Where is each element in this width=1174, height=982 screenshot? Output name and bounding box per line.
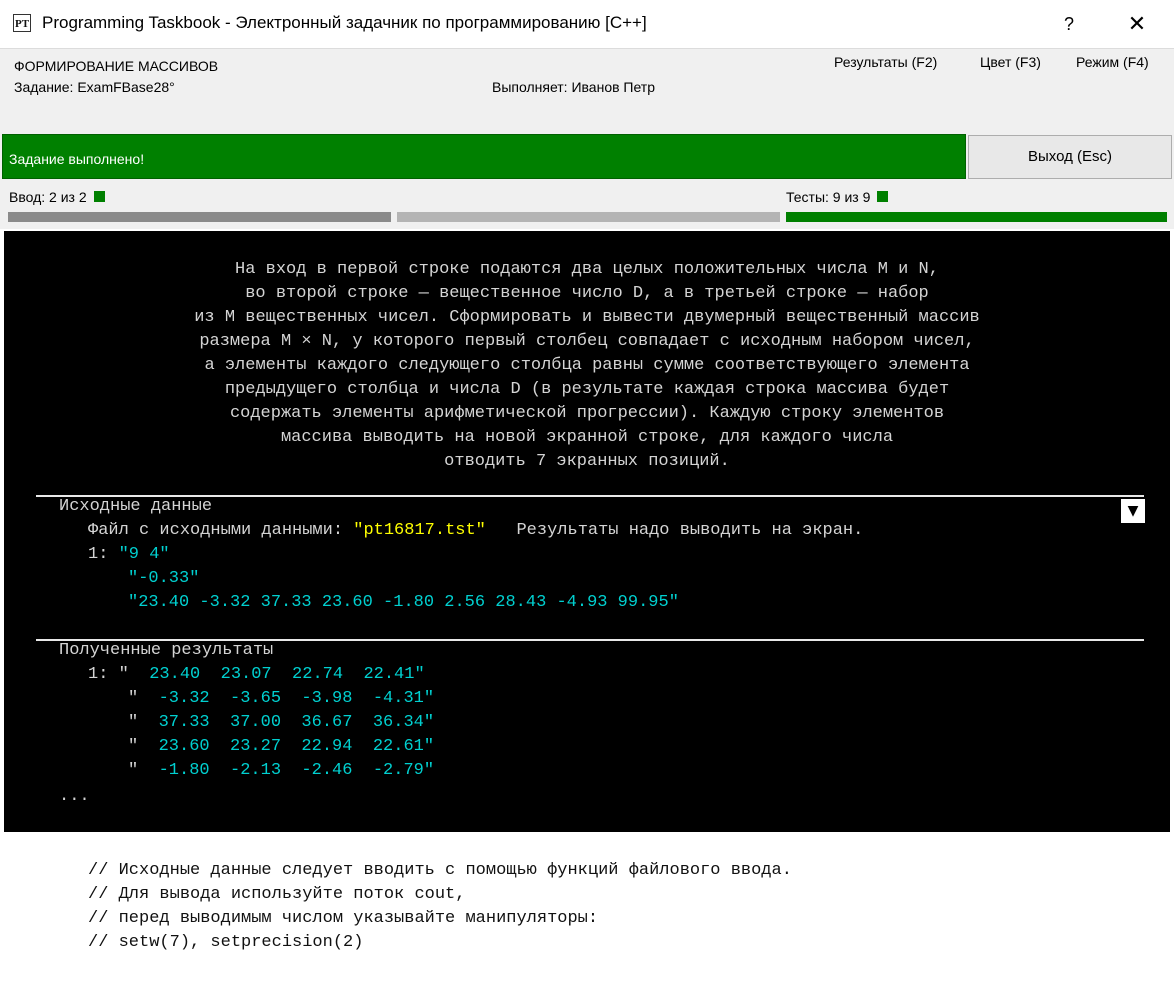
performer-name: Выполняет: Иванов Петр xyxy=(492,79,656,95)
input-data-line: "-0.33" xyxy=(128,569,200,588)
quote-mark: " xyxy=(128,737,139,756)
input-progress: Ввод: 2 из 2 xyxy=(9,189,105,205)
quote-mark: " xyxy=(128,713,139,732)
hint-line: // перед выводимым числом указывайте ман… xyxy=(88,909,599,928)
input-section-title: Исходные данные xyxy=(59,497,213,516)
result-row: " -3.32 -3.65 -3.98 -4.31" xyxy=(128,689,434,708)
hint-line: // Для вывода используйте поток cout, xyxy=(88,885,466,904)
tests-progress-label: Тесты: 9 из 9 xyxy=(786,189,871,205)
input-data-line: "23.40 -3.32 37.33 23.60 -1.80 2.56 28.4… xyxy=(128,593,679,612)
hint-line: // setw(7), setprecision(2) xyxy=(88,933,364,952)
input-progress-label: Ввод: 2 из 2 xyxy=(9,189,87,205)
description-line: из M вещественных чисел. Сформировать и … xyxy=(194,308,980,327)
description-line: во второй строке — вещественное число D,… xyxy=(245,284,929,303)
quote-mark: " xyxy=(118,665,129,684)
task-console: На вход в первой строке подаются два цел… xyxy=(4,231,1170,832)
dropdown-icon[interactable]: ▼ xyxy=(1121,499,1145,523)
input-value: "9 4" xyxy=(118,545,170,564)
hint-line: // Исходные данные следует вводить с пом… xyxy=(88,861,792,880)
description-line: массива выводить на новой экранной строк… xyxy=(280,428,894,447)
middle-progress-bar xyxy=(397,212,780,222)
window-title: Programming Taskbook - Электронный задач… xyxy=(42,13,647,32)
description-line: содержать элементы арифметической прогре… xyxy=(229,404,945,423)
input-data-line: 1: "9 4" xyxy=(88,545,170,564)
status-banner: Задание выполнено! xyxy=(2,134,966,179)
status-message: Задание выполнено! xyxy=(9,151,145,167)
result-values: 23.40 23.07 22.74 22.41" xyxy=(128,665,425,684)
quote-mark: " xyxy=(128,761,139,780)
description-line: отводить 7 экранных позиций. xyxy=(444,452,730,471)
result-values: 23.60 23.27 22.94 22.61" xyxy=(138,737,435,756)
input-file-line: Файл с исходными данными: "pt16817.tst" … xyxy=(88,521,863,540)
result-row: " -1.80 -2.13 -2.46 -2.79" xyxy=(128,761,434,780)
result-values: 37.33 37.00 36.67 36.34" xyxy=(138,713,435,732)
color-menu-button[interactable]: Цвет (F3) xyxy=(980,54,1041,70)
quote-mark: " xyxy=(128,689,139,708)
task-group-title: ФОРМИРОВАНИЕ МАССИВОВ xyxy=(14,58,219,74)
description-line: а элементы каждого следующего столбца ра… xyxy=(204,356,970,375)
task-header: ФОРМИРОВАНИЕ МАССИВОВ Задание: ExamFBase… xyxy=(0,48,1174,131)
results-section-title: Полученные результаты xyxy=(59,641,274,660)
line-number: 1: xyxy=(88,545,119,564)
results-ellipsis: ... xyxy=(59,787,90,806)
close-button[interactable]: ✕ xyxy=(1122,9,1152,39)
input-progress-bar xyxy=(8,212,391,222)
result-row: 1: " 23.40 23.07 22.74 22.41" xyxy=(88,665,425,684)
result-row: " 23.60 23.27 22.94 22.61" xyxy=(128,737,434,756)
line-number: 1: xyxy=(88,665,119,684)
description-line: размера M × N, у которого первый столбец… xyxy=(199,332,975,351)
tests-progress: Тесты: 9 из 9 xyxy=(786,189,889,205)
exit-button[interactable]: Выход (Esc) xyxy=(968,135,1172,179)
file-label: Файл с исходными данными: xyxy=(88,521,354,540)
title-bar: PT Programming Taskbook - Электронный за… xyxy=(0,0,1174,48)
tests-progress-bar xyxy=(786,212,1167,222)
app-logo-icon: PT xyxy=(13,14,31,32)
result-values: -3.32 -3.65 -3.98 -4.31" xyxy=(138,689,435,708)
tests-done-indicator xyxy=(877,191,889,202)
status-area: Задание выполнено! Выход (Esc) Ввод: 2 и… xyxy=(0,131,1174,229)
description-line: предыдущего столбца и числа D (в результ… xyxy=(224,380,950,399)
hint-comments: // Исходные данные следует вводить с пом… xyxy=(0,834,1174,982)
input-done-indicator xyxy=(93,191,105,202)
output-note: Результаты надо выводить на экран. xyxy=(485,521,864,540)
result-row: " 37.33 37.00 36.67 36.34" xyxy=(128,713,434,732)
task-description: На вход в первой строке подаются два цел… xyxy=(4,258,1170,474)
results-menu-button[interactable]: Результаты (F2) xyxy=(834,54,937,70)
task-name: Задание: ExamFBase28° xyxy=(14,79,175,95)
description-line: На вход в первой строке подаются два цел… xyxy=(235,260,939,279)
result-values: -1.80 -2.13 -2.46 -2.79" xyxy=(138,761,435,780)
mode-menu-button[interactable]: Режим (F4) xyxy=(1076,54,1149,70)
help-button[interactable]: ? xyxy=(1054,9,1084,39)
file-name: "pt16817.tst" xyxy=(353,521,486,540)
